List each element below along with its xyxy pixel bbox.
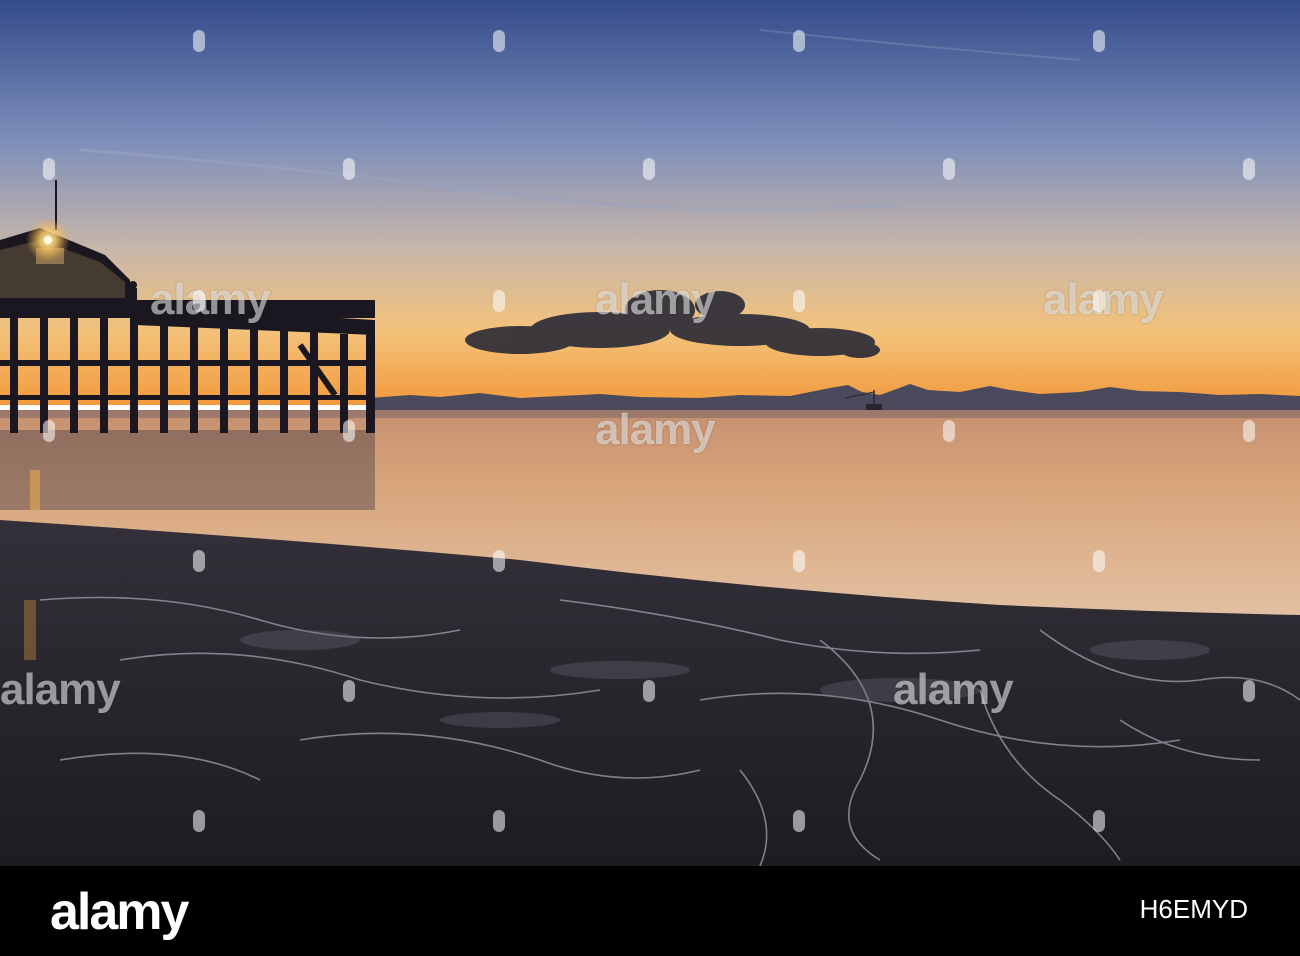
sunset-photo: [0, 0, 1300, 866]
lamp-icon: [44, 236, 52, 244]
footer-bar: alamy H6EMYD: [0, 866, 1300, 956]
image-id: H6EMYD: [1139, 894, 1248, 924]
lamp-reflection: [24, 600, 36, 660]
alamy-logo: alamy: [50, 883, 189, 941]
photo: alamy alamy alamy alamy alamy alamy: [0, 0, 1300, 866]
pier-reflection: [0, 430, 375, 510]
lamp-reflection: [30, 470, 40, 510]
